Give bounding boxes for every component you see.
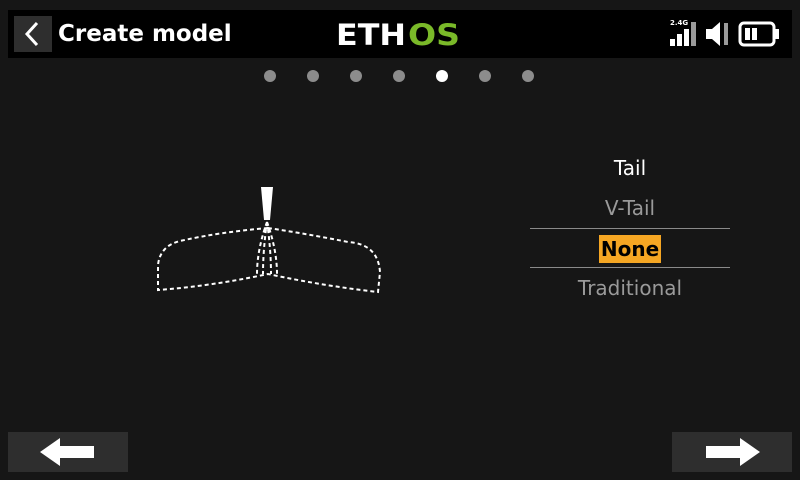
- option-traditional[interactable]: Traditional: [530, 268, 730, 308]
- option-v-tail[interactable]: V-Tail: [530, 188, 730, 228]
- next-button[interactable]: [672, 432, 792, 472]
- page-dot: [522, 70, 534, 82]
- option-none-label: None: [598, 235, 662, 263]
- page-title: Create model: [58, 21, 232, 47]
- page-dot: [264, 70, 276, 82]
- signal-bars-icon: 2.4G: [670, 19, 696, 46]
- tail-list-title: Tail: [613, 156, 647, 180]
- fin-fairing: [256, 221, 278, 275]
- svg-text:OS: OS: [408, 20, 460, 48]
- page-dot: [350, 70, 362, 82]
- ethos-logo: ETH OS: [336, 20, 460, 48]
- rf-band-label: 2.4G: [670, 19, 688, 27]
- status-area: 2.4G: [666, 16, 784, 52]
- arrow-right-icon: [706, 438, 760, 466]
- fin-stub: [261, 187, 273, 220]
- page-indicator: [0, 70, 800, 84]
- chevron-left-icon: [24, 21, 39, 47]
- previous-button[interactable]: [8, 432, 128, 472]
- page-dot-active: [436, 70, 448, 82]
- page-dot: [393, 70, 405, 82]
- battery-icon: [738, 21, 779, 47]
- page-dot: [307, 70, 319, 82]
- page-dot: [479, 70, 491, 82]
- arrow-left-icon: [40, 438, 94, 466]
- speaker-icon: [706, 22, 728, 46]
- tail-type-list: Tail V-Tail None Traditional: [530, 148, 730, 308]
- tail-diagram: [157, 187, 382, 294]
- svg-text:ETH: ETH: [336, 20, 406, 48]
- back-button[interactable]: [14, 16, 52, 52]
- header-bar: Create model ETH OS 2.4G: [8, 10, 792, 58]
- option-none[interactable]: None: [530, 228, 730, 268]
